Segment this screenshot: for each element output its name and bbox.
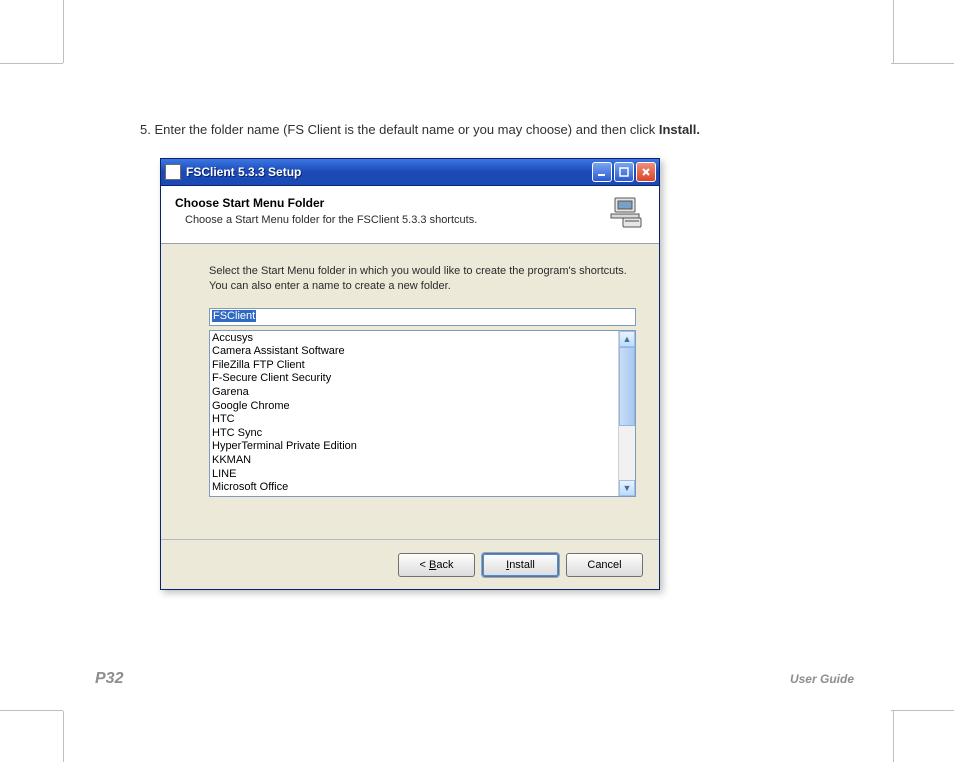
list-item[interactable]: Microsoft Office (212, 481, 616, 495)
list-item[interactable]: KKMAN (212, 454, 616, 468)
scroll-down-button[interactable]: ▼ (619, 480, 635, 496)
list-item[interactable]: HTC (212, 413, 616, 427)
instruction-text: 5. Enter the folder name (FS Client is t… (140, 122, 700, 137)
window-title: FSClient 5.3.3 Setup (186, 165, 301, 179)
list-item[interactable]: FileZilla FTP Client (212, 359, 616, 373)
body-instructions: Select the Start Menu folder in which yo… (209, 264, 631, 294)
installer-window: FSClient 5.3.3 Setup Choose Start Menu F… (160, 158, 660, 590)
maximize-button[interactable] (614, 162, 634, 182)
instruction-prefix: 5. Enter the folder name (FS Client is t… (140, 122, 659, 137)
header-panel: Choose Start Menu Folder Choose a Start … (161, 186, 659, 244)
computer-icon (609, 196, 645, 230)
page-number: P32 (95, 670, 123, 688)
instruction-bold: Install. (659, 122, 700, 137)
close-button[interactable] (636, 162, 656, 182)
body-panel: Select the Start Menu folder in which yo… (161, 244, 659, 501)
scroll-thumb[interactable] (619, 347, 635, 427)
scroll-track[interactable] (619, 347, 635, 480)
button-bar: < Back Install Cancel (161, 541, 659, 589)
header-subtitle: Choose a Start Menu folder for the FSCli… (185, 214, 645, 226)
list-item[interactable]: F-Secure Client Security (212, 372, 616, 386)
list-item[interactable]: Google Chrome (212, 400, 616, 414)
list-item[interactable]: Garena (212, 386, 616, 400)
list-item[interactable]: Accusys (212, 332, 616, 346)
install-button[interactable]: Install (482, 553, 559, 577)
app-icon (165, 164, 181, 180)
folder-name-value: FSClient (212, 310, 256, 322)
folder-listbox[interactable]: AccusysCamera Assistant SoftwareFileZill… (209, 330, 636, 497)
scrollbar[interactable]: ▲ ▼ (618, 331, 635, 496)
scroll-up-button[interactable]: ▲ (619, 331, 635, 347)
header-title: Choose Start Menu Folder (175, 196, 645, 210)
document-title: User Guide (790, 672, 854, 686)
cancel-button[interactable]: Cancel (566, 553, 643, 577)
list-item[interactable]: Camera Assistant Software (212, 345, 616, 359)
folder-name-input[interactable]: FSClient (209, 308, 636, 326)
back-button[interactable]: < Back (398, 553, 475, 577)
list-item[interactable]: HTC Sync (212, 427, 616, 441)
minimize-button[interactable] (592, 162, 612, 182)
list-item[interactable]: HyperTerminal Private Edition (212, 440, 616, 454)
list-item[interactable]: LINE (212, 468, 616, 482)
titlebar: FSClient 5.3.3 Setup (161, 159, 659, 186)
